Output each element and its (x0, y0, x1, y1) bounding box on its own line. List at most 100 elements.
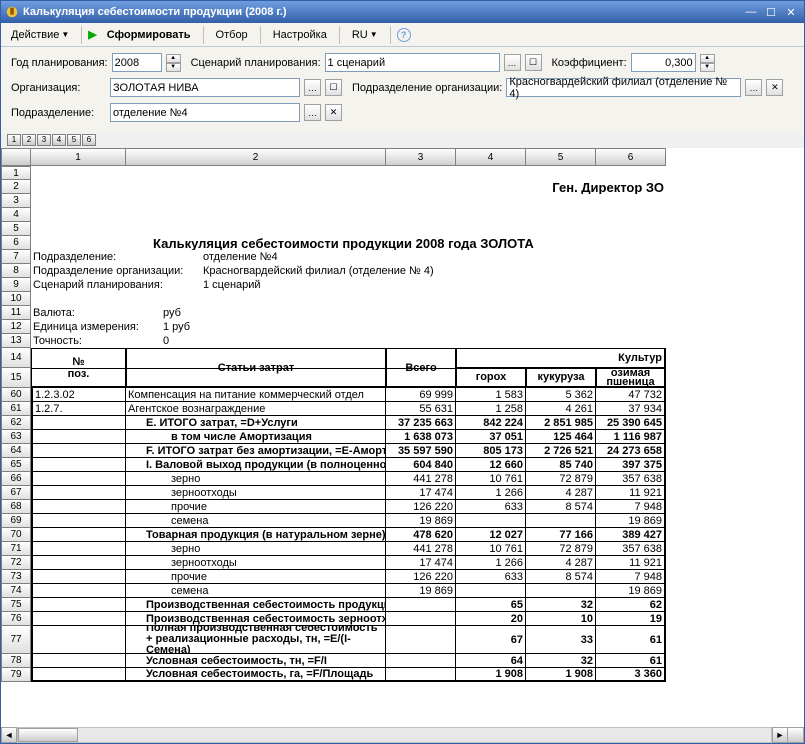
titlebar: Калькуляция себестоимости продукции (200… (1, 1, 804, 23)
row-header[interactable]: 66 (1, 472, 31, 486)
row-header[interactable]: 60 (1, 388, 31, 402)
row-header[interactable]: 70 (1, 528, 31, 542)
coef-label: Коэффициент: (552, 57, 627, 69)
row-header[interactable]: 10 (1, 292, 31, 306)
year-input[interactable]: 2008 (112, 53, 162, 72)
scroll-left-button[interactable]: ◄ (1, 727, 17, 743)
row-header[interactable]: 12 (1, 320, 31, 334)
row-header[interactable]: 68 (1, 500, 31, 514)
col-header[interactable]: 1 (31, 148, 126, 166)
app-window: Калькуляция себестоимости продукции (200… (0, 0, 805, 744)
row-header[interactable]: 67 (1, 486, 31, 500)
outline-tab-1[interactable]: 1 (7, 134, 21, 146)
row-header[interactable]: 62 (1, 416, 31, 430)
coef-up[interactable]: ▲ (700, 54, 715, 63)
cell (31, 458, 126, 472)
cell: 12 660 (456, 458, 526, 472)
scenario-open-button[interactable]: ☐ (525, 54, 542, 71)
row-header[interactable]: 69 (1, 514, 31, 528)
subdiv-org-clear-button[interactable]: ✕ (766, 79, 783, 96)
help-icon[interactable]: ? (397, 28, 411, 42)
generate-button[interactable]: Сформировать (101, 28, 197, 42)
row-header[interactable]: 9 (1, 278, 31, 292)
row-header[interactable]: 8 (1, 264, 31, 278)
row-header[interactable]: 4 (1, 208, 31, 222)
row-header[interactable]: 2 (1, 180, 31, 194)
row-header[interactable]: 64 (1, 444, 31, 458)
cell: 1 908 (456, 668, 526, 682)
outline-tab-5[interactable]: 5 (67, 134, 81, 146)
org-input[interactable]: ЗОЛОТАЯ НИВА (110, 78, 300, 97)
row-headers: 1234567891011121314156061626364656667686… (1, 166, 31, 727)
play-icon: ▶ (88, 28, 96, 41)
scenario-input[interactable]: 1 сценарий (325, 53, 500, 72)
scroll-track[interactable] (17, 727, 772, 743)
col-header[interactable]: 2 (126, 148, 386, 166)
settings-button[interactable]: Настройка (267, 28, 333, 42)
cell: 1 116 987 (596, 430, 666, 444)
subdiv-org-select-button[interactable]: … (745, 79, 762, 96)
outline-tab-2[interactable]: 2 (22, 134, 36, 146)
cell (31, 668, 126, 682)
cell (386, 654, 456, 668)
row-header[interactable]: 15 (1, 368, 31, 388)
close-button[interactable]: ✕ (782, 4, 800, 20)
row-header[interactable]: 13 (1, 334, 31, 348)
scenario-select-button[interactable]: … (504, 54, 521, 71)
scroll-thumb[interactable] (18, 728, 78, 742)
row-header[interactable]: 75 (1, 598, 31, 612)
sheet-body[interactable]: Ген. Директор ЗОКалькуляция себестоимост… (31, 166, 804, 727)
row-header[interactable]: 7 (1, 250, 31, 264)
coef-input[interactable]: 0,300 (631, 53, 696, 72)
outline-tab-4[interactable]: 4 (52, 134, 66, 146)
row-header[interactable]: 65 (1, 458, 31, 472)
sheet-corner[interactable] (1, 148, 31, 166)
row-header[interactable]: 74 (1, 584, 31, 598)
row-header[interactable]: 72 (1, 556, 31, 570)
col-header[interactable]: 4 (456, 148, 526, 166)
scroll-right-button[interactable]: ► (772, 727, 788, 743)
subdiv-org-input[interactable]: Красногвардейский филиал (отделение № 4) (506, 78, 741, 97)
cell: Полная производственная себестоимость + … (126, 626, 386, 654)
row-header[interactable]: 78 (1, 654, 31, 668)
subdiv-input[interactable]: отделение №4 (110, 103, 300, 122)
row-header[interactable]: 63 (1, 430, 31, 444)
row-header[interactable]: 61 (1, 402, 31, 416)
subdiv-clear-button[interactable]: ✕ (325, 104, 342, 121)
row-header[interactable]: 73 (1, 570, 31, 584)
outline-tab-6[interactable]: 6 (82, 134, 96, 146)
row-header[interactable]: 76 (1, 612, 31, 626)
year-up[interactable]: ▲ (166, 54, 181, 63)
row-header[interactable]: 1 (1, 166, 31, 180)
row-header[interactable]: 11 (1, 306, 31, 320)
row-header[interactable]: 3 (1, 194, 31, 208)
minimize-button[interactable]: — (742, 4, 760, 20)
cell: Агентское вознаграждение (126, 402, 386, 416)
org-select-button[interactable]: … (304, 79, 321, 96)
col-header[interactable]: 5 (526, 148, 596, 166)
cell: F. ИТОГО затрат без амортизации, =E-Амор… (126, 444, 386, 458)
actions-menu[interactable]: Действие▼ (5, 28, 75, 42)
maximize-button[interactable]: ☐ (762, 4, 780, 20)
row-header[interactable]: 79 (1, 668, 31, 682)
coef-down[interactable]: ▼ (700, 63, 715, 72)
cell (31, 430, 126, 444)
horizontal-scrollbar[interactable]: ◄ ► (1, 727, 804, 743)
row-header[interactable]: 5 (1, 222, 31, 236)
subdiv-select-button[interactable]: … (304, 104, 321, 121)
filter-button[interactable]: Отбор (210, 28, 254, 42)
org-open-button[interactable]: ☐ (325, 79, 342, 96)
col-header[interactable]: 3 (386, 148, 456, 166)
row-header[interactable]: 14 (1, 348, 31, 368)
lang-menu[interactable]: RU▼ (346, 28, 384, 42)
cell: озимая пшеница (596, 368, 666, 388)
cell (31, 500, 126, 514)
cell (31, 584, 126, 598)
year-down[interactable]: ▼ (166, 63, 181, 72)
row-header[interactable]: 6 (1, 236, 31, 250)
cell: 12 027 (456, 528, 526, 542)
col-header[interactable]: 6 (596, 148, 666, 166)
outline-tab-3[interactable]: 3 (37, 134, 51, 146)
row-header[interactable]: 71 (1, 542, 31, 556)
row-header[interactable]: 77 (1, 626, 31, 654)
